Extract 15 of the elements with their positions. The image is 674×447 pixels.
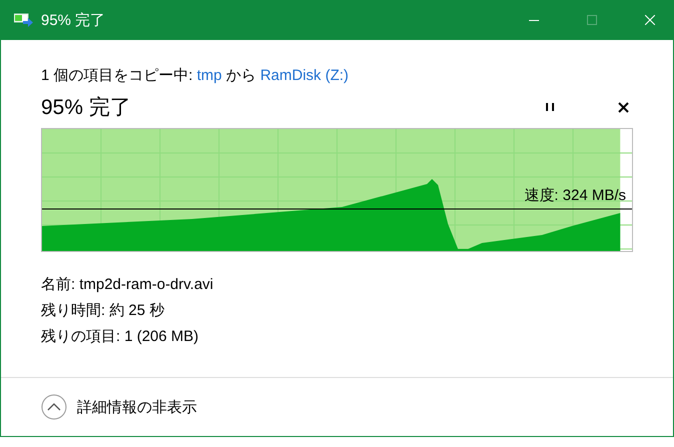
pause-icon xyxy=(545,102,555,112)
folder-link[interactable]: RamDisk (Z:) xyxy=(260,67,349,84)
close-icon xyxy=(618,102,628,112)
folder-link[interactable]: tmp xyxy=(196,67,222,84)
progress-heading: 95% 完了 xyxy=(41,95,132,121)
details-toggle[interactable]: 詳細情報の非表示 xyxy=(41,394,197,420)
detail-text: 残りの項目: 1 (206 MB) xyxy=(41,327,200,347)
window-title: 95% 完了 xyxy=(41,10,106,30)
close-icon xyxy=(645,15,655,25)
maximize-icon xyxy=(587,15,597,25)
detail-text: 残り時間: 約 25 秒 xyxy=(41,301,166,321)
speed-label: 速度: 324 MB/s xyxy=(524,186,626,205)
copy-icon xyxy=(14,13,34,27)
detail-text: 名前: tmp2d-ram-o-drv.avi xyxy=(41,275,214,295)
copy-status-text: 1 個の項目をコピー中: tmp から RamDisk (Z:) xyxy=(41,66,350,85)
